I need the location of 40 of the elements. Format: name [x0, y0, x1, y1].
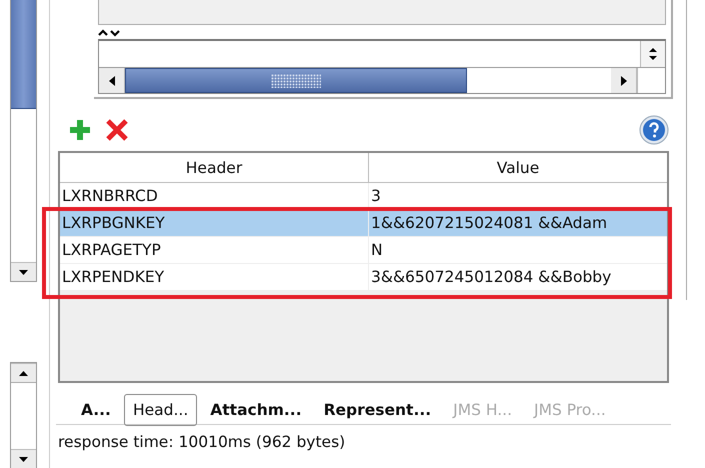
- column-header[interactable]: Value: [369, 153, 667, 182]
- input-field[interactable]: [98, 0, 666, 25]
- add-icon[interactable]: [68, 118, 92, 142]
- spinner-button[interactable]: [640, 41, 665, 67]
- left-arrow-icon: [108, 76, 114, 86]
- status-text: response time: 10010ms (962 bytes): [58, 432, 346, 451]
- scrollbar-thumb[interactable]: [125, 68, 467, 93]
- scroll-down-button[interactable]: [11, 262, 36, 281]
- scrollbar[interactable]: [10, 0, 37, 282]
- text-area[interactable]: [98, 39, 666, 94]
- down-arrow-icon: [19, 270, 28, 274]
- scroll-down-button[interactable]: [11, 449, 36, 468]
- table-cell: LXRPENDKEY: [60, 264, 369, 290]
- column-header[interactable]: Header: [60, 153, 369, 182]
- table-row[interactable]: LXRPBGNKEY 1&&6207215024081 &&Adam: [60, 210, 667, 237]
- table-cell-text: 1&&6207215024081 &&Adam: [370, 214, 608, 232]
- table-cell-text: 3: [370, 187, 381, 205]
- up-down-arrows-icon: [649, 47, 657, 61]
- table-cell-text: N: [370, 241, 383, 259]
- table-cell: LXRNBRRCD: [60, 183, 369, 209]
- scroll-up-button[interactable]: [11, 363, 36, 382]
- tab[interactable]: A...: [72, 394, 120, 426]
- table-cell: LXRPAGETYP: [60, 237, 369, 263]
- delete-icon[interactable]: [105, 118, 129, 142]
- scroll-left-button[interactable]: [99, 68, 125, 93]
- tab[interactable]: Head...: [124, 394, 198, 426]
- right-arrow-icon: [620, 76, 626, 86]
- table-row[interactable]: LXRPENDKEY 3&&6507245012084 &&Bobby: [60, 264, 667, 291]
- table-cell: LXRPBGNKEY: [60, 210, 369, 236]
- up-arrow-icon: [19, 370, 28, 376]
- down-arrow-icon: [19, 456, 28, 462]
- scroll-right-button[interactable]: [611, 68, 637, 93]
- tab[interactable]: Attachm...: [201, 394, 311, 426]
- scrollbar[interactable]: [10, 362, 37, 468]
- horizontal-scrollbar[interactable]: [99, 67, 665, 93]
- scrollbar-thumb[interactable]: [11, 0, 36, 109]
- table-row[interactable]: LXRPAGETYP N: [60, 237, 667, 264]
- table-cell-text: 3&&6507245012084 &&Bobby: [370, 268, 612, 286]
- help-icon[interactable]: [639, 115, 669, 145]
- tab[interactable]: Represent...: [314, 394, 440, 426]
